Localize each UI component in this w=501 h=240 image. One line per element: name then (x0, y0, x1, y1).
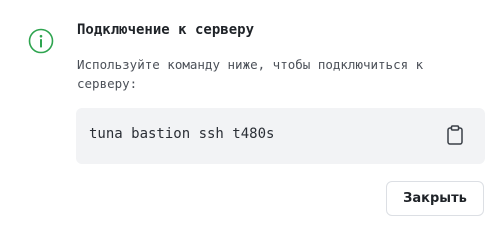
command-box: tuna bastion ssh t480s (76, 108, 485, 164)
command-text[interactable]: tuna bastion ssh t480s (89, 126, 274, 142)
close-button[interactable]: Закрыть (386, 181, 484, 216)
dialog-title: Подключение к серверу (77, 22, 255, 38)
dialog-description: Используйте команду ниже, чтобы подключи… (77, 57, 424, 91)
copy-button[interactable] (442, 124, 468, 150)
connect-server-dialog: Подключение к серверу Используйте команд… (0, 0, 501, 234)
info-icon (28, 28, 54, 54)
clipboard-icon (446, 125, 464, 149)
